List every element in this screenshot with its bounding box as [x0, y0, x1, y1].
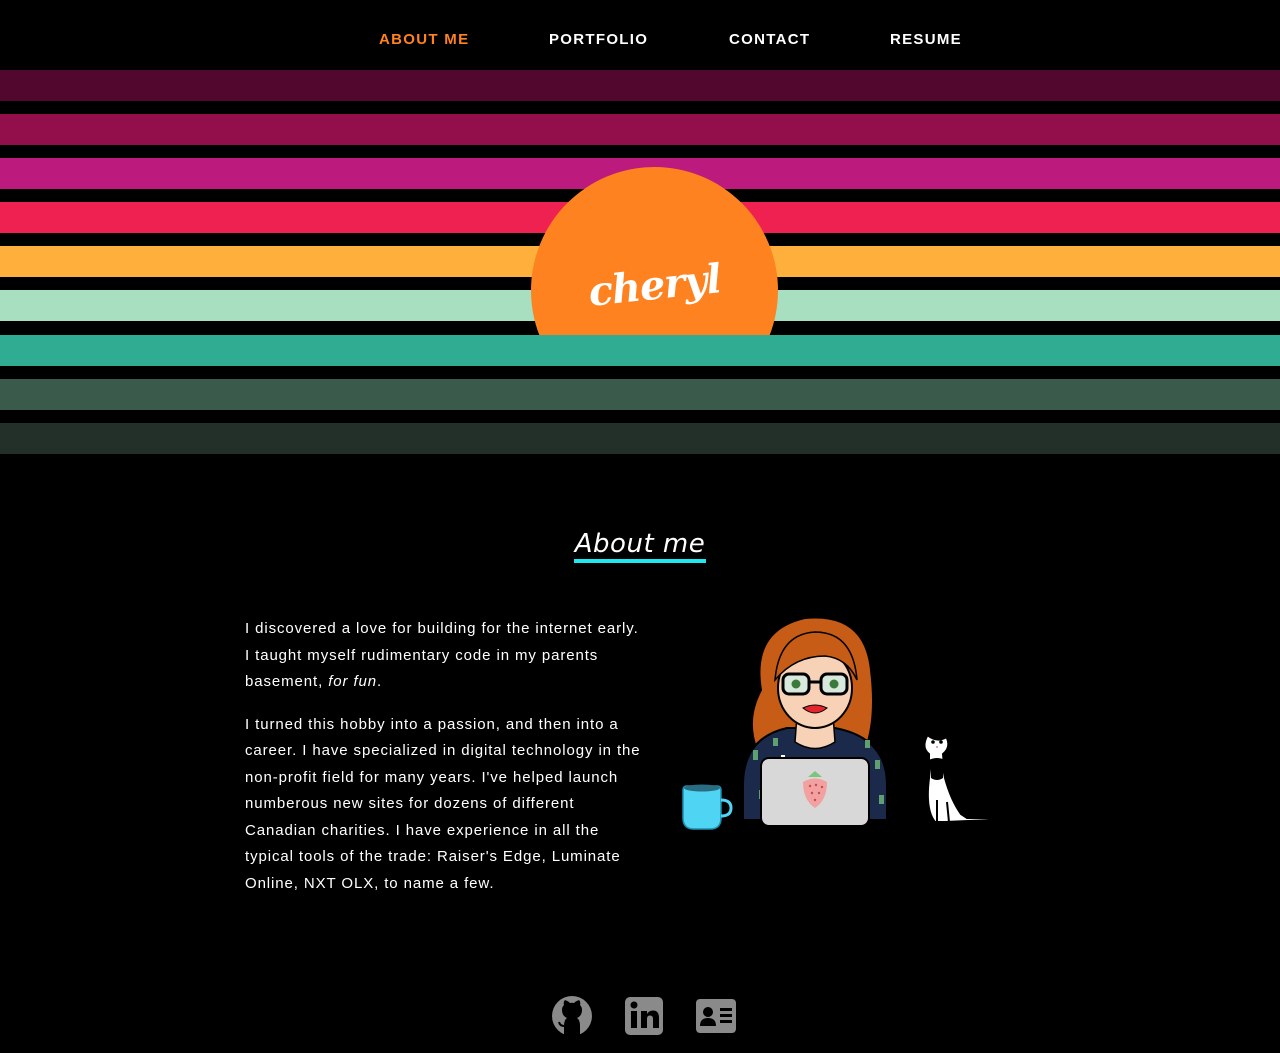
- cat-icon: [921, 721, 993, 823]
- contact-card-icon[interactable]: [694, 994, 738, 1038]
- stripe: [0, 70, 1280, 101]
- about-paragraph-1: I discovered a love for building for the…: [245, 620, 639, 690]
- stripe: [0, 379, 1280, 410]
- about-text: I discovered a love for building for the…: [245, 616, 645, 913]
- stripe: [0, 114, 1280, 145]
- stripe: [0, 335, 1280, 366]
- github-icon[interactable]: [550, 994, 594, 1038]
- nav-portfolio[interactable]: PORTFOLIO: [549, 31, 648, 48]
- nav-contact[interactable]: CONTACT: [729, 31, 810, 48]
- mug-icon: [682, 784, 733, 830]
- about-heading: About me: [573, 530, 707, 563]
- nav-resume[interactable]: RESUME: [890, 31, 962, 48]
- person-icon: [742, 616, 888, 827]
- nav-about-me[interactable]: ABOUT ME: [379, 31, 469, 48]
- stripe: [0, 423, 1280, 454]
- about-paragraph-2: I turned this hobby into a passion, and …: [245, 715, 641, 892]
- linkedin-icon[interactable]: [622, 994, 666, 1038]
- main-nav: ABOUT ME PORTFOLIO CONTACT RESUME: [0, 0, 1280, 70]
- avatar-illustration: [682, 616, 993, 830]
